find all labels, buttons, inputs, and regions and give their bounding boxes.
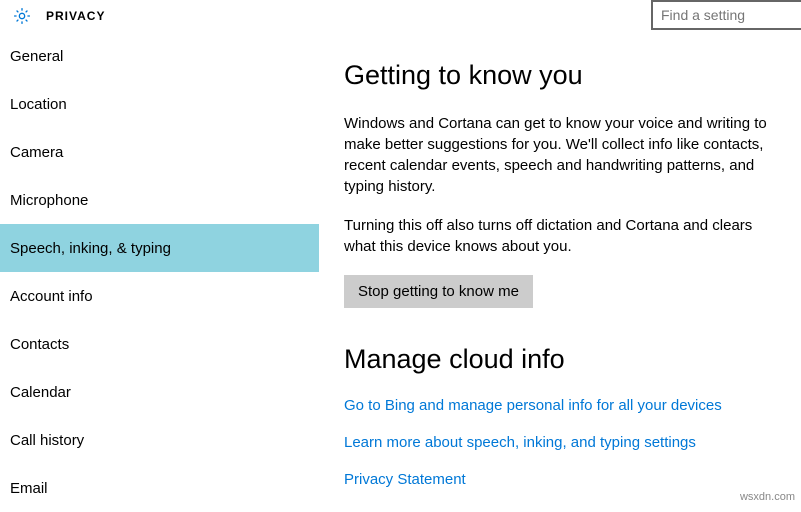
description-paragraph: Windows and Cortana can get to know your… (344, 113, 785, 197)
sidebar-item-call-history[interactable]: Call history (0, 416, 319, 464)
sidebar-item-location[interactable]: Location (0, 80, 319, 128)
main-content: Getting to know you Windows and Cortana … (320, 32, 801, 507)
search-container (651, 0, 801, 30)
link-learn-more-speech-inking-typing[interactable]: Learn more about speech, inking, and typ… (344, 434, 785, 451)
sidebar-item-general[interactable]: General (0, 32, 319, 80)
sidebar-item-account-info[interactable]: Account info (0, 272, 319, 320)
sidebar-item-label: Speech, inking, & typing (10, 240, 171, 257)
sidebar-item-label: Calendar (10, 384, 71, 401)
link-bing-manage-personal-info[interactable]: Go to Bing and manage personal info for … (344, 397, 785, 414)
stop-getting-to-know-me-button[interactable]: Stop getting to know me (344, 275, 533, 308)
search-input[interactable] (651, 0, 801, 30)
sidebar: General Location Camera Microphone Speec… (0, 32, 320, 507)
sidebar-item-label: Location (10, 96, 67, 113)
sidebar-item-label: General (10, 48, 63, 65)
watermark: wsxdn.com (740, 491, 795, 503)
sidebar-item-speech-inking-typing[interactable]: Speech, inking, & typing (0, 224, 319, 272)
link-privacy-statement[interactable]: Privacy Statement (344, 471, 785, 488)
sidebar-item-label: Call history (10, 432, 84, 449)
sidebar-item-label: Camera (10, 144, 63, 161)
page-title: PRIVACY (46, 9, 105, 23)
description-paragraph: Turning this off also turns off dictatio… (344, 215, 785, 257)
section-heading-manage-cloud-info: Manage cloud info (344, 344, 785, 375)
sidebar-item-label: Microphone (10, 192, 88, 209)
sidebar-item-contacts[interactable]: Contacts (0, 320, 319, 368)
sidebar-item-camera[interactable]: Camera (0, 128, 319, 176)
sidebar-item-label: Account info (10, 288, 93, 305)
section-heading-getting-to-know-you: Getting to know you (344, 60, 785, 91)
sidebar-item-label: Contacts (10, 336, 69, 353)
layout: General Location Camera Microphone Speec… (0, 32, 801, 507)
sidebar-item-calendar[interactable]: Calendar (0, 368, 319, 416)
sidebar-item-label: Email (10, 480, 48, 497)
gear-icon (12, 6, 32, 26)
sidebar-item-microphone[interactable]: Microphone (0, 176, 319, 224)
sidebar-item-email[interactable]: Email (0, 464, 319, 512)
